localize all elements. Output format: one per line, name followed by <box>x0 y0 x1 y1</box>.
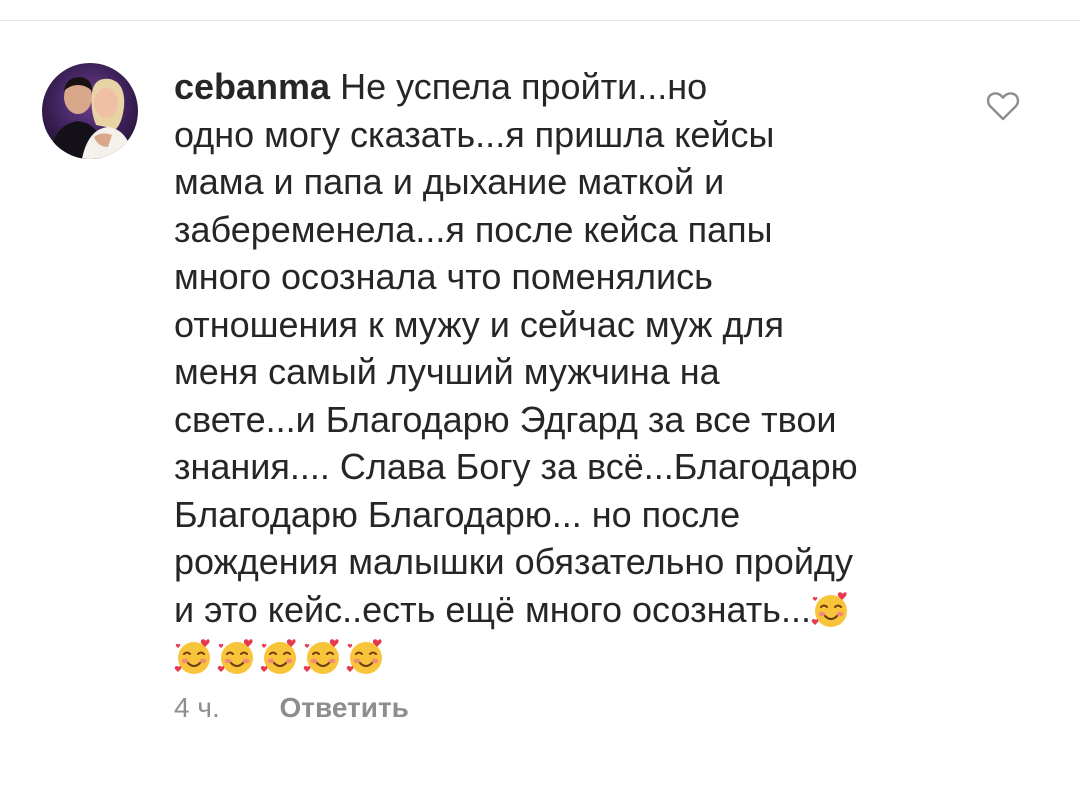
comment-line: меня самый лучший мужчина на <box>174 351 720 392</box>
smiling-face-with-hearts-emoji <box>260 637 300 677</box>
comment-line: отношения к мужу и сейчас муж для <box>174 303 784 345</box>
emoji-row <box>174 633 974 681</box>
comment-line: рождения малышки обязательно пройду <box>174 541 853 582</box>
comment-meta: 4 ч. Ответить <box>174 692 409 724</box>
comment-line: много осознала что поменялись <box>174 256 713 297</box>
comment-line: одно могу сказать...я пришла кейсы <box>174 113 775 155</box>
username-link[interactable]: cebanma <box>174 66 330 107</box>
comment-line: мама и папа и дыхание маткой и <box>174 161 725 202</box>
comment-line: свете...и Благодарю Эдгард за все твои <box>174 398 837 440</box>
comment-last-line-text: и это кейс..есть ещё много осознать... <box>174 588 811 630</box>
heart-outline-icon[interactable] <box>986 90 1020 122</box>
smiling-face-with-hearts-emoji <box>217 637 257 677</box>
comment: cebanma Не успела пройти...но одно могу с… <box>174 63 974 681</box>
smiling-face-with-hearts-emoji <box>303 637 343 677</box>
smiling-face-with-hearts-emoji <box>346 637 386 677</box>
smiling-face-with-hearts-emoji <box>174 637 214 677</box>
comment-text: cebanma Не успела пройти...но одно могу с… <box>174 63 974 681</box>
smiling-face-with-hearts-emoji <box>811 590 851 630</box>
avatar-photo <box>42 63 138 159</box>
reply-button[interactable]: Ответить <box>280 692 409 724</box>
timestamp: 4 ч. <box>174 692 220 723</box>
top-divider <box>0 20 1080 21</box>
comment-line: знания.... Слава Богу за всё...Благодарю <box>174 446 858 487</box>
comment-line: забеременела...я после кейса папы <box>174 208 773 250</box>
comment-first-line: Не успела пройти...но <box>340 66 708 107</box>
comment-line: Благодарю Благодарю... но после <box>174 493 741 535</box>
avatar[interactable] <box>42 63 138 159</box>
comment-last-line: и это кейс..есть ещё много осознать... <box>174 586 974 634</box>
